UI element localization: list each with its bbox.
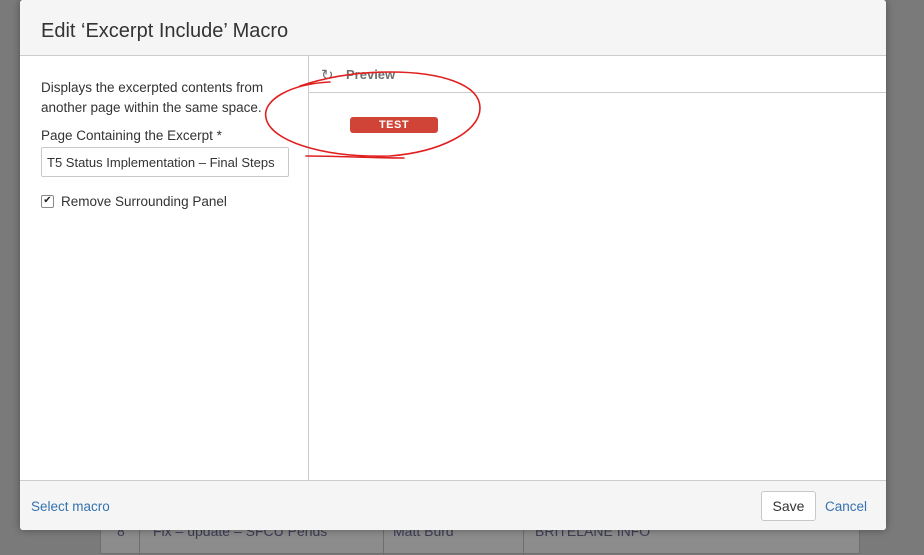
preview-panel: ↻ Preview TEST: [309, 56, 886, 480]
cancel-link[interactable]: Cancel: [825, 499, 867, 514]
remove-surrounding-panel-label[interactable]: Remove Surrounding Panel: [61, 194, 227, 209]
refresh-icon[interactable]: ↻: [321, 66, 334, 84]
macro-description: Displays the excerpted contents from ano…: [41, 80, 264, 115]
dialog-header: Edit ‘Excerpt Include’ Macro: [20, 0, 886, 56]
preview-header: ↻ Preview: [309, 56, 886, 93]
macro-editor-dialog: Edit ‘Excerpt Include’ Macro Displays th…: [20, 0, 886, 530]
macro-parameters-panel: Displays the excerpted contents from ano…: [20, 56, 309, 480]
status-lozenge: TEST: [350, 117, 438, 133]
page-field-label: Page Containing the Excerpt *: [41, 128, 222, 143]
preview-title: Preview: [346, 67, 396, 82]
dialog-footer: Select macro Save Cancel: [20, 480, 886, 530]
save-button[interactable]: Save: [761, 491, 816, 521]
page-containing-excerpt-input[interactable]: [41, 147, 289, 177]
dialog-title: Edit ‘Excerpt Include’ Macro: [41, 20, 289, 42]
remove-surrounding-panel-checkbox[interactable]: ✔: [41, 195, 54, 208]
select-macro-link[interactable]: Select macro: [31, 499, 110, 514]
